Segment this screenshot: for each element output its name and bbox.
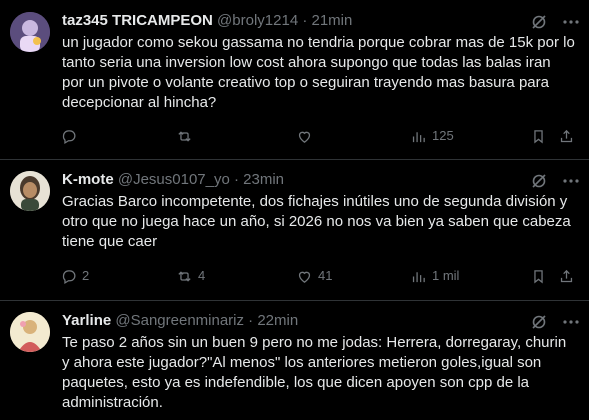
separator: ·	[233, 171, 239, 188]
author-name[interactable]: K-mote	[62, 171, 114, 188]
avatar[interactable]	[10, 312, 50, 352]
avatar-image	[10, 12, 50, 52]
views-icon	[412, 131, 425, 142]
views-count: 1 mil	[432, 268, 460, 283]
tweet-3[interactable]: Yarline @Sangreenminariz · 22min Te paso…	[0, 301, 589, 420]
reply-icon	[62, 269, 76, 284]
separator: ·	[248, 312, 254, 329]
tweet-header: taz345 TRICAMPEON @broly1214 · 21min	[62, 11, 352, 31]
views-icon	[412, 271, 425, 282]
grok-icon[interactable]	[531, 14, 547, 30]
reply-count: 2	[82, 268, 90, 283]
retweet-icon	[178, 270, 191, 282]
like-button[interactable]	[296, 126, 318, 146]
author-name[interactable]: taz345 TRICAMPEON	[62, 12, 213, 29]
tweet-actions: 125	[0, 126, 589, 146]
avatar[interactable]	[10, 171, 50, 211]
like-icon	[298, 271, 311, 283]
separator: ·	[302, 12, 308, 29]
reply-icon	[62, 129, 76, 144]
avatar-image	[10, 312, 50, 352]
author-handle[interactable]: @Sangreenminariz	[115, 312, 244, 329]
views-count: 125	[432, 128, 454, 143]
views-button[interactable]: 125	[410, 126, 454, 146]
share-icon	[560, 269, 573, 282]
avatar[interactable]	[10, 12, 50, 52]
tweet-2[interactable]: K-mote @Jesus0107_yo · 23min Gracias Bar…	[0, 160, 589, 301]
tweet-1[interactable]: taz345 TRICAMPEON @broly1214 · 21min un …	[0, 0, 589, 160]
retweet-count: 4	[198, 268, 206, 283]
timestamp[interactable]: 23min	[243, 171, 284, 188]
more-icon[interactable]	[561, 314, 581, 330]
bookmark-icon	[534, 129, 543, 143]
like-count: 41	[318, 268, 333, 283]
like-icon	[298, 131, 311, 143]
bookmark-button[interactable]	[530, 126, 552, 146]
author-handle[interactable]: @Jesus0107_yo	[118, 171, 230, 188]
tweet-text: un jugador como sekou gassama no tendria…	[62, 34, 575, 111]
grok-icon[interactable]	[531, 173, 547, 189]
more-icon[interactable]	[561, 173, 581, 189]
author-name[interactable]: Yarline	[62, 312, 111, 329]
timestamp[interactable]: 22min	[257, 312, 298, 329]
like-button[interactable]: 41	[296, 266, 332, 286]
share-icon	[560, 129, 573, 142]
reply-button[interactable]: 2	[60, 266, 89, 286]
avatar-image	[10, 171, 50, 211]
tweet-header: Yarline @Sangreenminariz · 22min	[62, 311, 298, 331]
tweet-actions: 2 4 41 1 mil	[0, 266, 589, 286]
views-button[interactable]: 1 mil	[410, 266, 459, 286]
retweet-icon	[178, 130, 191, 142]
tweet-text: Te paso 2 años sin un buen 9 pero no me …	[62, 334, 567, 411]
author-handle[interactable]: @broly1214	[217, 12, 298, 29]
share-button[interactable]	[558, 266, 580, 286]
tweet-header: K-mote @Jesus0107_yo · 23min	[62, 170, 284, 190]
tweet-text: Gracias Barco incompetente, dos fichajes…	[62, 193, 571, 250]
retweet-button[interactable]: 4	[176, 266, 205, 286]
share-button[interactable]	[558, 126, 580, 146]
bookmark-button[interactable]	[530, 266, 552, 286]
grok-icon[interactable]	[531, 314, 547, 330]
more-icon[interactable]	[561, 14, 581, 30]
bookmark-icon	[534, 269, 543, 283]
retweet-button[interactable]	[176, 126, 198, 146]
reply-button[interactable]	[60, 126, 82, 146]
timestamp[interactable]: 21min	[312, 12, 353, 29]
